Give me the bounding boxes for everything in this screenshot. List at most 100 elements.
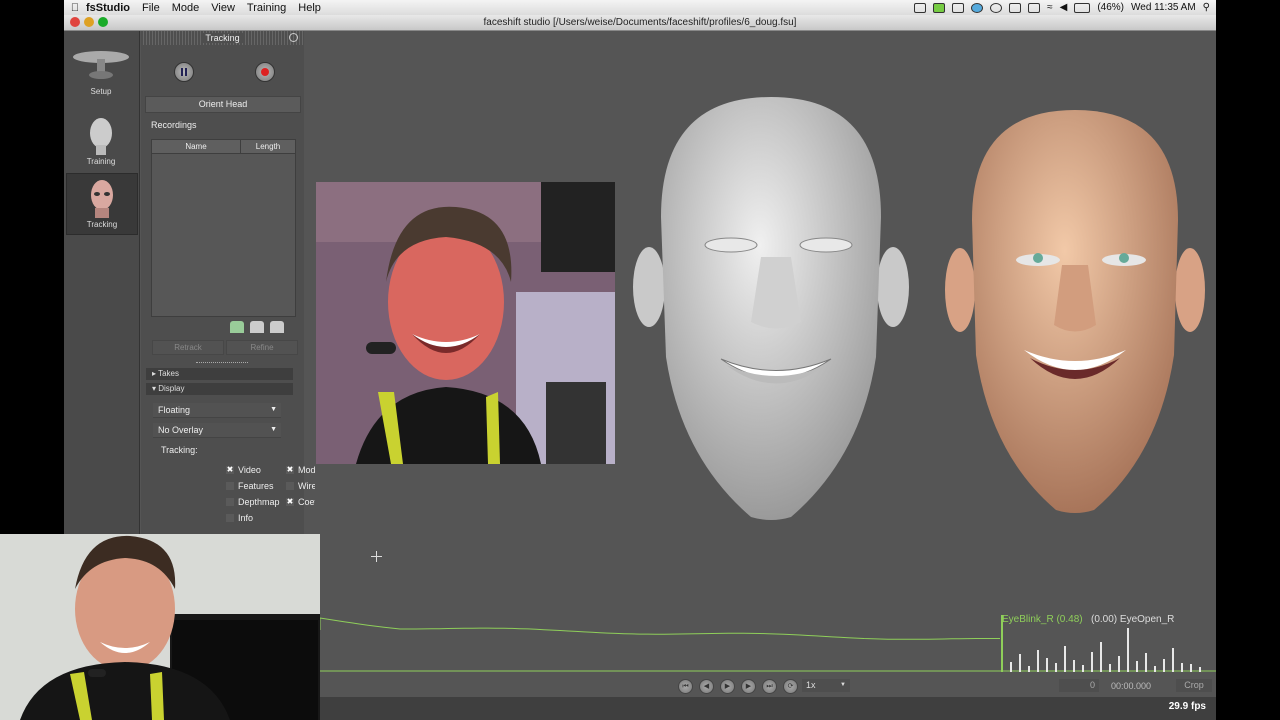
status-leaf-icon[interactable] xyxy=(933,2,946,13)
menu-mode[interactable]: Mode xyxy=(172,2,200,14)
live-video-feed xyxy=(316,182,615,464)
checkbox-features[interactable]: Features xyxy=(226,480,274,492)
checkbox-info-label: Info xyxy=(238,513,254,523)
menu-view[interactable]: View xyxy=(211,2,235,14)
retrack-button[interactable]: Retrack xyxy=(152,340,224,355)
status-app-icon[interactable] xyxy=(914,2,927,13)
export-icon[interactable] xyxy=(250,321,264,333)
coefficient-bar xyxy=(1100,642,1102,672)
tracking-panel-title: Tracking xyxy=(201,33,244,43)
spotlight-search-icon[interactable]: ⚲ xyxy=(1203,2,1210,13)
status-memory-icon[interactable] xyxy=(1009,2,1022,13)
coefficient-bar xyxy=(1118,656,1120,672)
coefficient-bar xyxy=(1082,665,1084,672)
record-button[interactable] xyxy=(255,62,275,82)
orient-head-button[interactable]: Orient Head xyxy=(145,96,301,113)
tool-setup[interactable]: Setup xyxy=(66,41,136,101)
checkbox-wireframe-box[interactable] xyxy=(286,482,294,490)
tool-setup-label: Setup xyxy=(90,87,112,96)
pause-button[interactable] xyxy=(174,62,194,82)
tool-tracking-label: Tracking xyxy=(86,220,118,229)
presenter-webcam-overlay xyxy=(0,534,320,720)
battery-icon[interactable] xyxy=(1074,2,1091,13)
volume-icon[interactable]: ◀ xyxy=(1060,2,1068,13)
transport-controls: ⏮ ◀ ▶ ▶ ⏭ ⟳ xyxy=(678,679,798,694)
coefficient-bar xyxy=(1037,650,1039,672)
skip-start-icon[interactable]: ⏮ xyxy=(678,679,693,694)
playback-speed-select[interactable]: 1x ▼ xyxy=(802,679,850,692)
alien-head-icon xyxy=(87,178,117,218)
skip-end-icon[interactable]: ⏭ xyxy=(762,679,777,694)
takes-section[interactable]: ▸ Takes xyxy=(146,368,293,380)
checkbox-video-box[interactable]: ✖ xyxy=(226,466,234,474)
coefficient-bar xyxy=(1154,666,1156,672)
battery-percent: (46%) xyxy=(1097,2,1124,13)
menu-clock[interactable]: Wed 11:35 AM xyxy=(1131,2,1196,13)
window-title: faceshift studio [/Users/weise/Documents… xyxy=(483,17,797,28)
column-length[interactable]: Length xyxy=(241,140,295,153)
frame-stepper[interactable]: 0 xyxy=(1059,679,1099,692)
coefficient-bar xyxy=(1046,658,1048,672)
menu-help[interactable]: Help xyxy=(298,2,321,14)
panel-splitter[interactable] xyxy=(196,362,248,366)
overlay-value: No Overlay xyxy=(158,425,204,435)
overlay-select[interactable]: No Overlay ▼ xyxy=(153,423,281,438)
checkbox-features-label: Features xyxy=(238,481,274,491)
loop-icon[interactable]: ⟳ xyxy=(783,679,798,694)
takes-label: Takes xyxy=(158,369,179,378)
coefficient-bar xyxy=(1064,646,1066,672)
playback-speed-value: 1x xyxy=(806,680,816,690)
status-globe-icon[interactable] xyxy=(971,2,984,13)
step-back-icon[interactable]: ◀ xyxy=(699,679,714,694)
recordings-table[interactable]: Name Length xyxy=(151,139,296,317)
coefficient-bar xyxy=(1127,628,1129,672)
status-menus: ≈ ◀ (46%) Wed 11:35 AM ⚲ xyxy=(914,0,1210,15)
menu-bar:  fsStudio File Mode View Training Help … xyxy=(64,0,1216,15)
close-window-button[interactable] xyxy=(70,17,80,27)
checkbox-info[interactable]: Info xyxy=(226,512,253,524)
step-forward-icon[interactable]: ▶ xyxy=(741,679,756,694)
checkbox-coefficients-box[interactable]: ✖ xyxy=(286,498,294,506)
tracking-panel-header: Tracking xyxy=(141,31,304,45)
display-mode-select[interactable]: Floating ▼ xyxy=(153,403,281,418)
status-display-icon[interactable] xyxy=(1028,2,1041,13)
status-camera-icon[interactable] xyxy=(952,2,965,13)
checkbox-info-box[interactable] xyxy=(226,514,234,522)
tool-training[interactable]: Training xyxy=(66,111,136,171)
status-clock-icon[interactable] xyxy=(990,2,1003,13)
checkbox-depthmap-box[interactable] xyxy=(226,498,234,506)
tool-training-label: Training xyxy=(86,157,116,166)
delete-recording-icon[interactable] xyxy=(270,321,284,333)
checkbox-model-box[interactable]: ✖ xyxy=(286,466,294,474)
coefficient-bar xyxy=(1145,653,1147,672)
menu-file[interactable]: File xyxy=(142,2,160,14)
refine-button[interactable]: Refine xyxy=(226,340,298,355)
wifi-icon[interactable]: ≈ xyxy=(1047,2,1053,13)
crosshair-cursor-icon xyxy=(371,549,382,562)
column-name[interactable]: Name xyxy=(152,140,241,153)
checkbox-depthmap[interactable]: Depthmap xyxy=(226,496,280,508)
coefficient-bar xyxy=(1181,663,1183,672)
crop-button[interactable]: Crop xyxy=(1176,679,1212,692)
zoom-window-button[interactable] xyxy=(98,17,108,27)
window-title-bar: faceshift studio [/Users/weise/Documents… xyxy=(64,15,1216,31)
gray-head-icon xyxy=(86,115,116,155)
coefficient-bar xyxy=(1172,648,1174,672)
play-icon[interactable]: ▶ xyxy=(720,679,735,694)
menu-training[interactable]: Training xyxy=(247,2,286,14)
coefficient-left-label: EyeBlink_R (0.48) xyxy=(1002,614,1083,625)
coefficient-bar xyxy=(1019,654,1021,672)
coefficient-bar xyxy=(1163,659,1165,672)
checkbox-features-box[interactable] xyxy=(226,482,234,490)
coefficient-bar xyxy=(1109,664,1111,672)
checkbox-video[interactable]: ✖ Video xyxy=(226,464,261,476)
display-section[interactable]: ▾ Display xyxy=(146,383,293,395)
apple-icon[interactable]:  xyxy=(64,2,86,14)
coefficient-bar xyxy=(1199,667,1201,672)
panel-float-icon[interactable] xyxy=(289,33,298,42)
minimize-window-button[interactable] xyxy=(84,17,94,27)
menu-app-name[interactable]: fsStudio xyxy=(86,2,130,14)
import-icon[interactable] xyxy=(230,321,244,333)
coefficient-right-label: (0.00) EyeOpen_R xyxy=(1091,614,1175,625)
tool-tracking[interactable]: Tracking xyxy=(66,173,138,235)
